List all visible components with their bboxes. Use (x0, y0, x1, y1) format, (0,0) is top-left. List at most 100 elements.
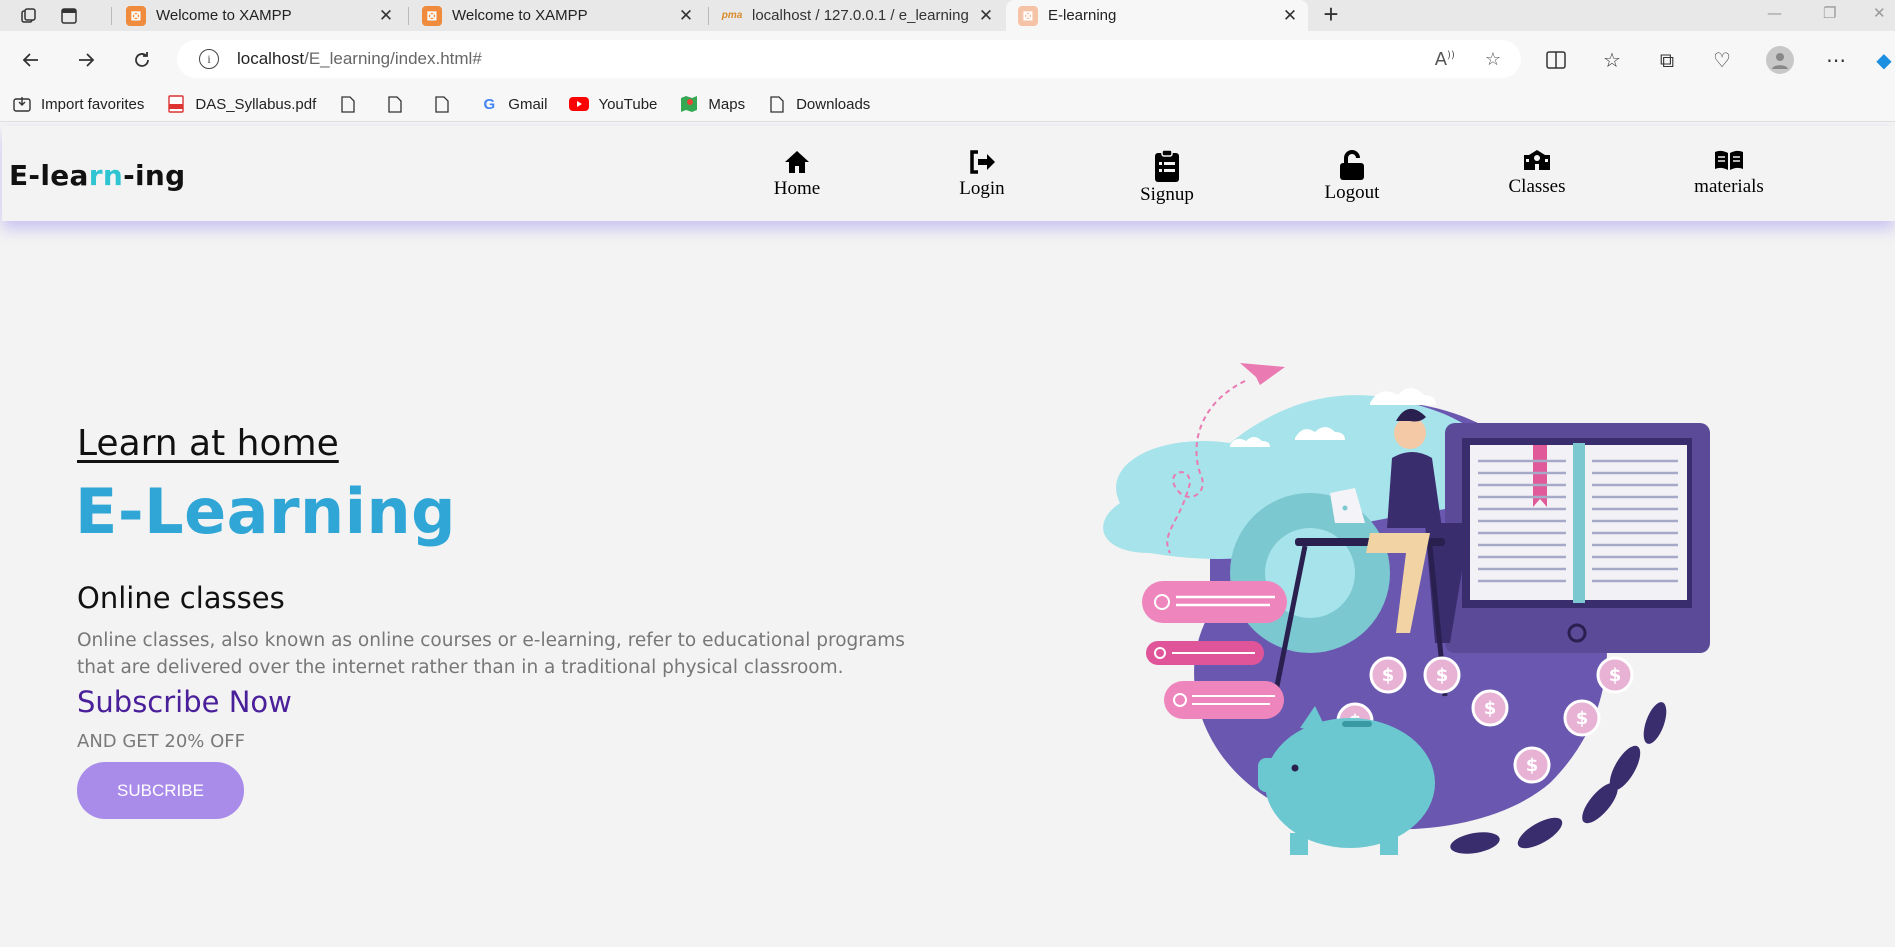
close-icon[interactable]: ✕ (976, 6, 996, 26)
book-page-right (1582, 445, 1687, 600)
svg-text:$: $ (1609, 665, 1622, 686)
tab-title: localhost / 127.0.0.1 / e_learning (752, 7, 969, 24)
bookmark-downloads[interactable]: Downloads (767, 94, 870, 114)
nav-label: Classes (1508, 176, 1566, 197)
forward-icon[interactable] (71, 45, 101, 75)
nav-login[interactable]: Login (927, 146, 1037, 200)
bookmark-label: DAS_Syllabus.pdf (195, 95, 317, 113)
bookmark-import-favorites[interactable]: Import favorites (12, 94, 144, 114)
vertical-tabs-icon[interactable] (58, 5, 80, 27)
browser-tab[interactable]: ⊠ Welcome to XAMPP ✕ (114, 0, 404, 31)
bookmark-pdf[interactable]: DAS_Syllabus.pdf (166, 94, 316, 114)
site-logo[interactable]: E-learn-ing (9, 159, 185, 192)
subscribe-heading: Subscribe Now (77, 685, 292, 719)
nav-logout[interactable]: Logout (1297, 148, 1407, 204)
xampp-icon: ⊠ (1018, 5, 1038, 26)
address-bar-row: i localhost/E_learning/index.html# A)) ☆… (0, 31, 1895, 87)
minimize-icon[interactable]: — (1767, 4, 1782, 22)
xampp-icon: ⊠ (126, 5, 146, 26)
read-aloud-icon[interactable]: A)) (1435, 49, 1455, 70)
file-icon (432, 94, 452, 114)
site-navbar: E-learn-ing Home Login Signup Logout Cla… (2, 126, 1895, 221)
tab-title: Welcome to XAMPP (156, 7, 292, 24)
copilot-icon[interactable]: ◆ (1872, 48, 1895, 72)
bookmark-maps[interactable]: Maps (679, 94, 745, 114)
nav-label: materials (1694, 176, 1764, 197)
bookmark-label: Downloads (796, 95, 871, 113)
bookmark-label: Maps (708, 95, 746, 113)
nav-home[interactable]: Home (742, 146, 852, 200)
close-icon[interactable]: ✕ (1280, 6, 1300, 26)
svg-text:$: $ (1526, 755, 1539, 776)
bookmark-gmail[interactable]: G Gmail (479, 94, 547, 114)
bookmark-file[interactable] (432, 94, 461, 114)
svg-text:$: $ (1576, 708, 1589, 729)
restore-icon[interactable]: ❐ (1823, 4, 1836, 22)
browser-tab[interactable]: ⊠ Welcome to XAMPP ✕ (410, 0, 704, 31)
browser-tab-active[interactable]: ⊠ E-learning ✕ (1006, 0, 1308, 31)
page-content: E-learn-ing Home Login Signup Logout Cla… (0, 123, 1895, 947)
address-input[interactable]: i localhost/E_learning/index.html# A)) ☆ (177, 40, 1521, 78)
youtube-icon (569, 94, 590, 114)
svg-text:$: $ (1382, 665, 1395, 686)
maps-icon (679, 94, 699, 114)
close-icon[interactable]: ✕ (376, 6, 396, 26)
svg-text:$: $ (1484, 698, 1497, 719)
bookmark-file[interactable] (385, 94, 414, 114)
elearning-illustration: $$$$$$$ (1103, 363, 1710, 855)
favorite-star-icon[interactable]: ☆ (1485, 49, 1501, 70)
profile-avatar[interactable] (1766, 46, 1794, 74)
bookmark-file[interactable] (338, 94, 367, 114)
file-icon (338, 94, 358, 114)
section-description: Online classes, also known as online cou… (77, 630, 905, 678)
book-page-left (1470, 445, 1575, 600)
bookmarks-bar: Import favorites DAS_Syllabus.pdf G Gmai… (0, 87, 1895, 122)
piggy-bank-icon (1265, 718, 1435, 848)
url-path: /E_learning/index.html# (304, 49, 482, 68)
nav-label: Home (773, 178, 821, 199)
section-title: Online classes (77, 581, 285, 615)
split-screen-icon[interactable] (1544, 48, 1568, 72)
bookmark-label: YouTube (598, 95, 658, 113)
phpmyadmin-icon: pma (721, 10, 743, 21)
hero-subtitle: Learn at home (77, 423, 339, 464)
more-options-icon[interactable]: ⋯ (1824, 48, 1848, 72)
collections-icon[interactable]: ⧉ (1655, 48, 1679, 72)
browser-tab-strip: ⊠ Welcome to XAMPP ✕ ⊠ Welcome to XAMPP … (0, 0, 1895, 31)
paper-plane-icon (1240, 363, 1285, 385)
hero-title: E-Learning (75, 475, 456, 548)
offer-text: AND GET 20% OFF (77, 731, 246, 752)
site-info-icon[interactable]: i (199, 49, 219, 69)
chat-bubble (1142, 581, 1287, 623)
subscribe-button[interactable]: SUBCRIBE (77, 762, 244, 819)
file-icon (767, 94, 787, 114)
cloud (1370, 388, 1436, 405)
close-window-icon[interactable]: ✕ (1873, 4, 1886, 22)
nav-classes[interactable]: Classes (1482, 144, 1592, 198)
person-head (1394, 417, 1426, 449)
logo-part: -ing (123, 159, 186, 192)
tab-title: E-learning (1048, 7, 1117, 24)
nav-label: Logout (1324, 182, 1380, 203)
chat-bubble (1164, 681, 1284, 719)
unlock-icon (1297, 148, 1407, 182)
bookmark-youtube[interactable]: YouTube (569, 94, 657, 114)
browser-essentials-icon[interactable]: ♡ (1710, 48, 1734, 72)
favorites-icon[interactable]: ☆ (1600, 48, 1624, 72)
nav-label: Signup (1140, 184, 1194, 205)
nav-materials[interactable]: materials (1674, 144, 1784, 198)
browser-tab[interactable]: pma localhost / 127.0.0.1 / e_learning ✕ (710, 0, 1004, 31)
workspaces-icon[interactable] (18, 5, 40, 27)
refresh-icon[interactable] (127, 45, 157, 75)
google-icon: G (483, 95, 496, 113)
close-icon[interactable]: ✕ (676, 6, 696, 26)
xampp-icon: ⊠ (422, 5, 442, 26)
tab-title: Welcome to XAMPP (452, 7, 588, 24)
logo-part: E-lea (9, 159, 89, 192)
back-icon[interactable] (16, 45, 46, 75)
school-icon (1482, 144, 1592, 176)
pdf-icon (166, 94, 186, 114)
nav-signup[interactable]: Signup (1112, 148, 1222, 206)
nav-label: Login (959, 178, 1005, 199)
new-tab-button[interactable]: + (1318, 1, 1344, 28)
